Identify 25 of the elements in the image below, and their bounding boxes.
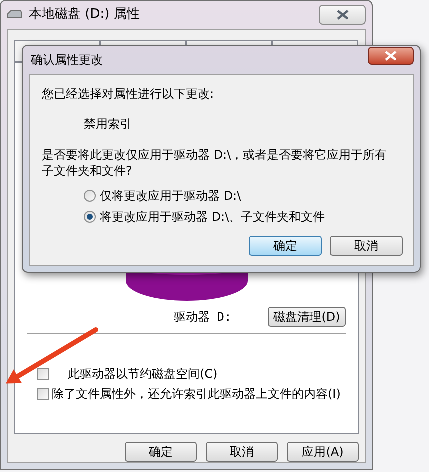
close-icon xyxy=(336,10,348,20)
close-button[interactable] xyxy=(368,47,414,65)
drive-label: 驱动器 D: xyxy=(174,309,232,326)
radio-label: 将更改应用于驱动器 D:\、子文件夹和文件 xyxy=(100,209,326,226)
radio-button[interactable] xyxy=(84,211,96,223)
drive-icon xyxy=(7,10,23,20)
checkbox[interactable] xyxy=(37,388,49,400)
dialog-button[interactable]: 取消 xyxy=(206,442,278,462)
radio-button[interactable] xyxy=(84,190,96,202)
close-button[interactable] xyxy=(319,5,366,25)
checkbox[interactable] xyxy=(37,368,49,380)
intro-text: 您已经选择对属性进行以下更改: xyxy=(42,86,216,103)
disk-cleanup-button[interactable]: 磁盘清理(D) xyxy=(268,307,346,327)
dialog-title: 确认属性更改 xyxy=(31,52,103,69)
close-icon xyxy=(385,51,397,61)
dialog-button[interactable]: 确定 xyxy=(249,236,322,256)
dialog-button[interactable]: 确定 xyxy=(125,442,197,462)
window-title: 本地磁盘 (D:) 属性 xyxy=(29,6,140,24)
dialog-button[interactable]: 取消 xyxy=(330,236,403,256)
checkbox-label: 除了文件属性外，还允许索引此驱动器上文件的内容(I) xyxy=(52,386,341,403)
change-text: 禁用索引 xyxy=(84,116,133,133)
checkbox-label: 此驱动器以节约磁盘空间(C) xyxy=(68,366,218,383)
dialog-button[interactable]: 应用(A) xyxy=(287,442,359,462)
radio-label: 仅将更改应用于驱动器 D:\ xyxy=(100,188,242,205)
question-text: 是否要将此更改仅应用于驱动器 D:\，或者是否要将它应用于所有子文件夹和文件? xyxy=(42,147,388,179)
